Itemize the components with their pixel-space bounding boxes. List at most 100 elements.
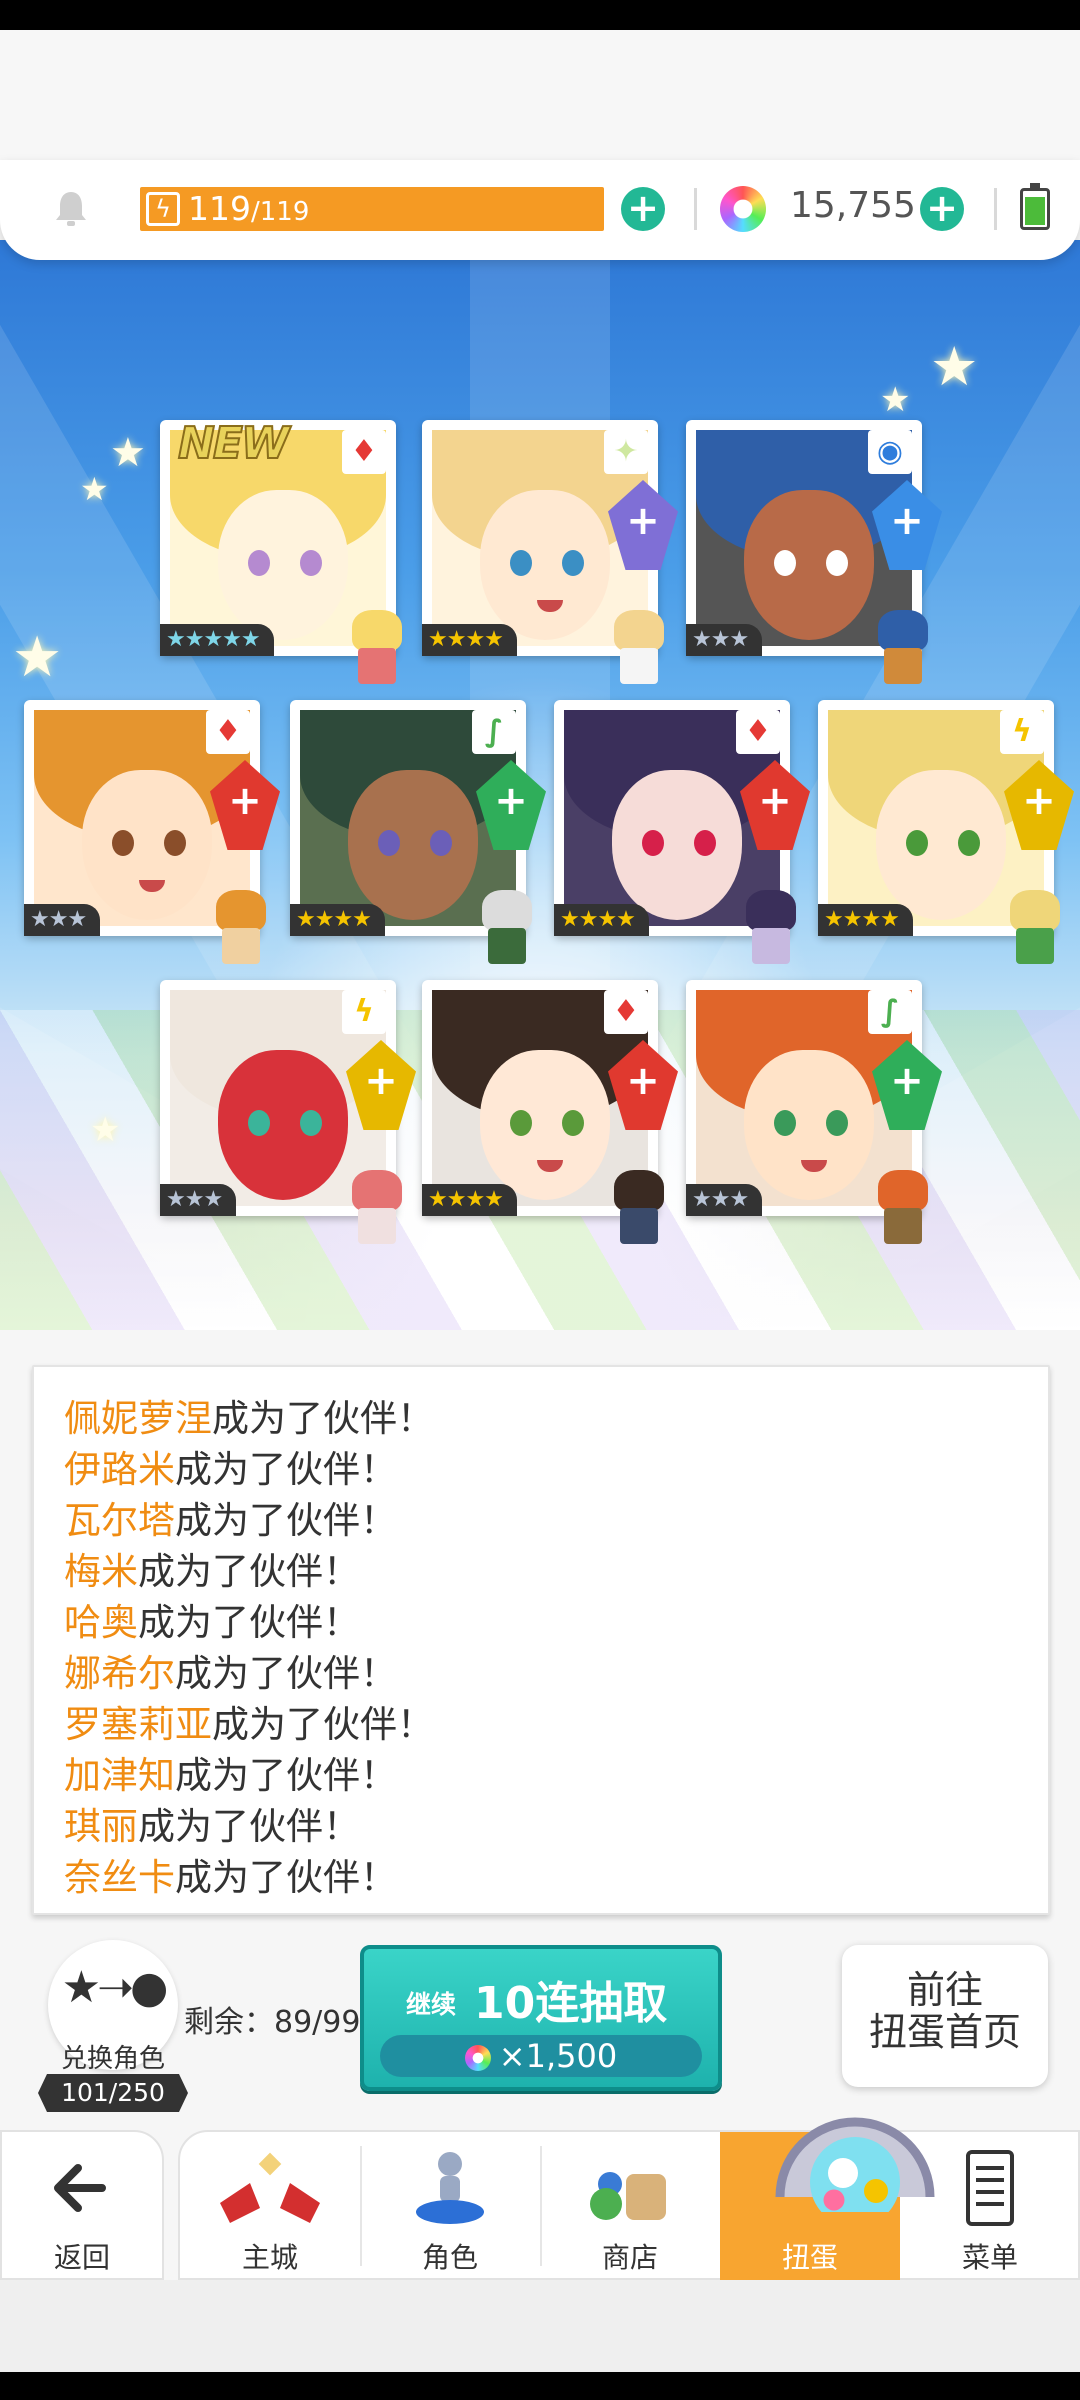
fire-icon: ♦ bbox=[736, 710, 780, 754]
character-card[interactable]: ♦ ★★★★ bbox=[422, 980, 678, 1244]
list-item: 罗塞莉亚成为了伙伴！ bbox=[64, 1699, 1024, 1750]
sparkle-star-icon: ★ bbox=[80, 470, 109, 508]
sparkle-star-icon: ★ bbox=[12, 625, 63, 690]
character-name: 佩妮萝涅 bbox=[64, 1397, 212, 1440]
draw-10-button[interactable]: 继续 10连抽取 ×1,500 bbox=[360, 1945, 722, 2091]
message-suffix: 成为了伙伴！ bbox=[175, 1448, 397, 1491]
character-card[interactable]: ♦ ★★★★ bbox=[554, 700, 810, 964]
gem-count: 15,755 bbox=[790, 185, 916, 226]
thunder-icon: ϟ bbox=[342, 990, 386, 1034]
rarity-stars: ★★★★ bbox=[422, 624, 517, 656]
stamina-current: 119 bbox=[188, 189, 251, 228]
home-line-2: 扭蛋首页 bbox=[868, 2010, 1021, 2054]
chibi-sprite bbox=[870, 610, 936, 686]
rarity-stars: ★★★ bbox=[160, 1184, 237, 1216]
character-card[interactable]: NEW ♦ ★★★★★ bbox=[160, 417, 402, 684]
add-stamina-button[interactable]: + bbox=[621, 187, 665, 231]
message-suffix: 成为了伙伴！ bbox=[138, 1805, 360, 1848]
chibi-sprite bbox=[474, 890, 540, 966]
list-item: 梅米成为了伙伴！ bbox=[64, 1546, 1024, 1597]
tab-label: 菜单 bbox=[961, 2241, 1018, 2274]
gem-orb-icon bbox=[720, 186, 766, 232]
character-name: 伊路米 bbox=[64, 1448, 175, 1491]
add-gems-button[interactable]: + bbox=[920, 187, 964, 231]
list-item: 娜希尔成为了伙伴！ bbox=[64, 1648, 1024, 1699]
town-icon bbox=[220, 2152, 320, 2223]
fire-icon: ♦ bbox=[604, 990, 648, 1034]
draw-label: 10连抽取 bbox=[474, 1978, 668, 2029]
gacha-result-stage: ★ ★ ★ ★ ★ ★ NEW ♦ ★★★★★ ✦ ★★★★ bbox=[0, 240, 1080, 1330]
message-suffix: 成为了伙伴！ bbox=[175, 1754, 397, 1797]
character-card[interactable]: ◉ ★★★ bbox=[686, 420, 942, 684]
star-to-person-icon: ★➝● bbox=[61, 1962, 169, 2013]
rarity-stars: ★★★★ bbox=[422, 1184, 517, 1216]
rarity-stars: ★★★ bbox=[24, 904, 101, 936]
recruit-message-panel[interactable]: 佩妮萝涅成为了伙伴！ 伊路米成为了伙伴！ 瓦尔塔成为了伙伴！ 梅米成为了伙伴！ … bbox=[32, 1365, 1050, 1915]
character-card[interactable]: ϟ ★★★★ bbox=[818, 700, 1074, 964]
menu-list-icon bbox=[966, 2150, 1014, 2226]
tab-shop[interactable]: 商店 bbox=[540, 2132, 720, 2280]
rarity-stars: ★★★ bbox=[686, 624, 763, 656]
bell-icon[interactable] bbox=[50, 188, 92, 230]
tab-label: 主城 bbox=[241, 2241, 298, 2274]
message-list: 佩妮萝涅成为了伙伴！ 伊路米成为了伙伴！ 瓦尔塔成为了伙伴！ 梅米成为了伙伴！ … bbox=[64, 1393, 1024, 1903]
chibi-sprite bbox=[208, 890, 274, 966]
character-name: 梅米 bbox=[64, 1550, 138, 1593]
character-name: 哈奥 bbox=[64, 1601, 138, 1644]
stamina-max: /119 bbox=[251, 197, 310, 227]
chibi-sprite bbox=[606, 1170, 672, 1246]
message-suffix: 成为了伙伴！ bbox=[138, 1550, 360, 1593]
exchange-character-button[interactable]: ★➝● 兑换角色 101/250 bbox=[34, 1940, 192, 2120]
message-suffix: 成为了伙伴！ bbox=[175, 1856, 397, 1899]
tab-gacha[interactable]: 扭蛋 bbox=[720, 2117, 935, 2280]
character-name: 娜希尔 bbox=[64, 1652, 175, 1695]
list-item: 佩妮萝涅成为了伙伴！ bbox=[64, 1393, 1024, 1444]
tab-characters[interactable]: 角色 bbox=[360, 2132, 540, 2280]
continue-label: 继续 bbox=[406, 1990, 457, 2019]
chibi-sprite bbox=[1002, 890, 1068, 966]
chibi-sprite bbox=[738, 890, 804, 966]
list-item: 加津知成为了伙伴！ bbox=[64, 1750, 1024, 1801]
tab-label: 商店 bbox=[601, 2241, 658, 2274]
system-nav-bar bbox=[0, 2372, 1080, 2400]
back-tab: 返回 bbox=[2, 2132, 162, 2280]
chibi-sprite bbox=[606, 610, 672, 686]
rarity-stars: ★★★★ bbox=[554, 904, 649, 936]
fire-icon: ♦ bbox=[206, 710, 250, 754]
divider bbox=[694, 188, 697, 230]
character-card[interactable]: ♦ ★★★ bbox=[24, 700, 280, 964]
gacha-home-button[interactable]: 前往 扭蛋首页 bbox=[842, 1945, 1048, 2087]
remaining-draws: 剩余：89/99 bbox=[184, 2005, 361, 2040]
stamina-bar: ϟ 119/119 bbox=[140, 187, 604, 231]
character-name: 瓦尔塔 bbox=[64, 1499, 175, 1542]
tab-menu[interactable]: 菜单 bbox=[900, 2132, 1080, 2280]
home-line-1: 前往 bbox=[906, 1968, 983, 2012]
message-suffix: 成为了伙伴！ bbox=[212, 1397, 434, 1440]
tab-town[interactable]: 主城 bbox=[180, 2132, 360, 2280]
list-item: 琪丽成为了伙伴！ bbox=[64, 1801, 1024, 1852]
wind-icon: ∫ bbox=[472, 710, 516, 754]
exchange-label: 兑换角色 bbox=[60, 2044, 165, 2074]
character-card[interactable]: ϟ ★★★ bbox=[160, 980, 416, 1244]
sparkle-star-icon: ★ bbox=[880, 380, 911, 420]
character-card[interactable]: ∫ ★★★★ bbox=[290, 700, 546, 964]
list-item: 哈奥成为了伙伴！ bbox=[64, 1597, 1024, 1648]
tab-label: 角色 bbox=[421, 2241, 478, 2274]
sparkle-star-icon: ★ bbox=[930, 335, 979, 398]
chibi-sprite bbox=[344, 1170, 410, 1246]
water-icon: ◉ bbox=[868, 430, 912, 474]
chibi-sprite bbox=[870, 1170, 936, 1246]
character-card[interactable]: ✦ ★★★★ bbox=[422, 420, 678, 684]
fire-icon: ♦ bbox=[342, 430, 386, 474]
character-name: 奈丝卡 bbox=[64, 1856, 175, 1899]
character-name: 加津知 bbox=[64, 1754, 175, 1797]
back-button[interactable]: 返回 bbox=[0, 2130, 164, 2280]
arrow-left-icon bbox=[54, 2164, 106, 2212]
list-item: 伊路米成为了伙伴！ bbox=[64, 1444, 1024, 1495]
character-name: 琪丽 bbox=[64, 1805, 138, 1848]
rarity-stars: ★★★★ bbox=[818, 904, 913, 936]
divider bbox=[994, 188, 997, 230]
sparkle-star-icon: ★ bbox=[90, 1110, 121, 1150]
message-suffix: 成为了伙伴！ bbox=[212, 1703, 434, 1746]
character-card[interactable]: ∫ ★★★ bbox=[686, 980, 942, 1244]
